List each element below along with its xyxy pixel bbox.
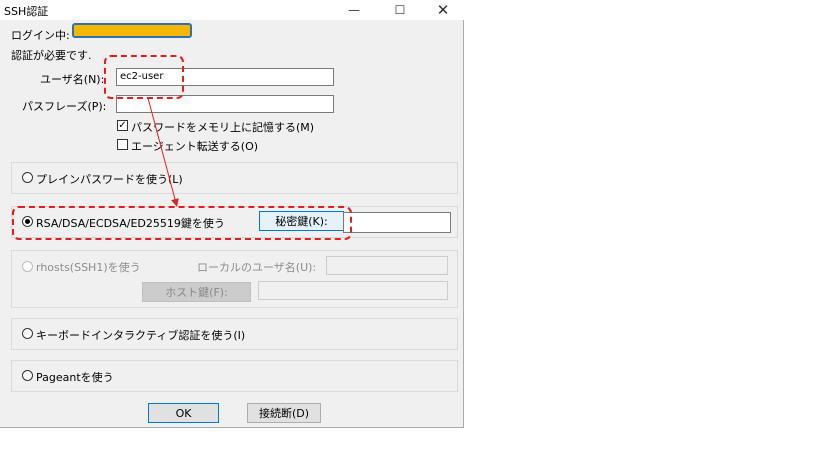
annotation-arrow [147,97,179,207]
arrow-line [147,97,179,207]
